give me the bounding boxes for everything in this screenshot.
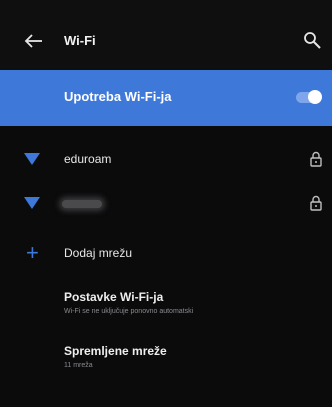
back-button[interactable] (22, 30, 46, 52)
lock-icon (310, 151, 322, 167)
network-name: eduroam (64, 152, 112, 166)
search-icon (304, 32, 321, 49)
wifi-switch[interactable] (296, 90, 322, 104)
network-item-eduroam[interactable]: eduroam (0, 138, 332, 182)
obscured-network-name (62, 200, 102, 208)
wifi-settings-title: Postavke Wi-Fi-ja (64, 290, 164, 304)
saved-networks-count: 11 mreža (64, 362, 93, 369)
switch-thumb (308, 90, 322, 104)
search-button[interactable] (302, 30, 324, 52)
wifi-toggle-label: Upotreba Wi-Fi-ja (64, 89, 172, 104)
wifi-settings-row[interactable]: Postavke Wi-Fi-ja Wi-Fi se ne uključuje … (0, 282, 332, 328)
wifi-settings-subtitle: Wi-Fi se ne uključuje ponovno automatski (64, 308, 194, 315)
saved-networks-row[interactable]: Spremljene mreže 11 mreža (0, 336, 332, 382)
saved-networks-title: Spremljene mreže (64, 344, 167, 358)
wifi-signal-icon (24, 197, 40, 209)
lock-icon (310, 195, 322, 211)
plus-icon: + (26, 240, 39, 265)
add-network-row[interactable]: + Dodaj mrežu (0, 232, 332, 274)
add-network-label: Dodaj mrežu (64, 246, 133, 260)
page-title: Wi-Fi (64, 33, 96, 48)
wifi-toggle-row[interactable]: Upotreba Wi-Fi-ja (0, 70, 332, 126)
arrow-left-icon (24, 34, 42, 48)
wifi-signal-icon (24, 153, 40, 165)
network-item-hidden[interactable] (0, 182, 332, 226)
